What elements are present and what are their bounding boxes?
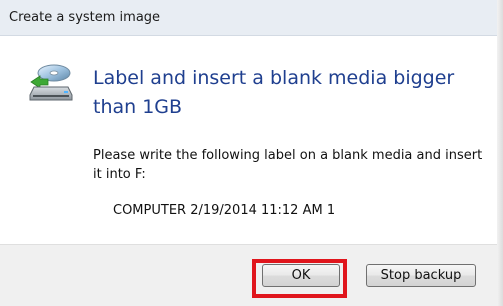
media-label-value: COMPUTER 2/19/2014 11:12 AM 1 [113,203,336,218]
backup-drive-icon [29,64,73,101]
stop-backup-button[interactable]: Stop backup [366,264,476,287]
instruction-message: Please write the following label on a bl… [93,148,483,182]
dialog-footer: OK Stop backup [0,244,497,306]
window-title: Create a system image [9,10,161,25]
title-bar[interactable]: Create a system image [0,0,503,36]
window-edge [497,0,503,306]
ok-highlight-annotation [252,259,347,298]
dialog-heading: Label and insert a blank media bigger th… [93,67,455,118]
create-system-image-dialog: Create a system image Label and insert a… [0,0,503,306]
